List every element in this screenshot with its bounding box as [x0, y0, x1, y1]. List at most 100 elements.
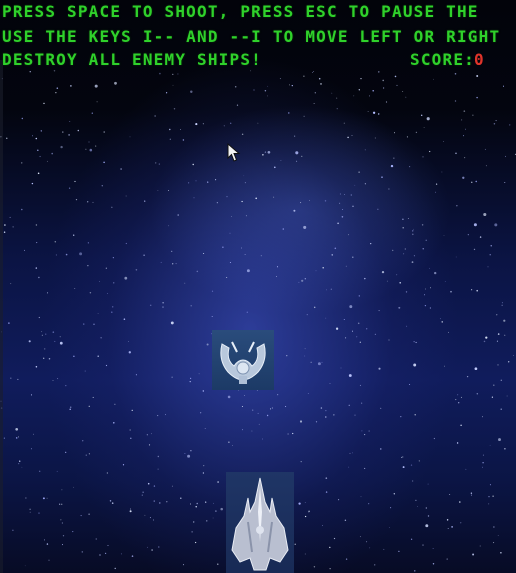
star: [217, 563, 219, 565]
star: [406, 325, 408, 327]
star: [454, 100, 457, 102]
star: [459, 501, 461, 503]
star: [333, 537, 336, 540]
star: [157, 190, 159, 191]
star: [37, 172, 40, 175]
star: [246, 311, 248, 313]
star: [158, 546, 160, 548]
star: [412, 233, 414, 236]
star: [462, 176, 465, 179]
star: [304, 278, 306, 280]
star: [216, 202, 218, 204]
star: [300, 460, 302, 463]
star: [368, 430, 370, 432]
star: [120, 553, 122, 555]
star: [61, 522, 63, 524]
star: [282, 228, 285, 230]
star: [198, 373, 200, 375]
star: [496, 314, 498, 316]
star: [411, 480, 414, 482]
star: [222, 246, 224, 248]
star: [396, 274, 398, 276]
star: [223, 125, 225, 127]
star: [504, 447, 506, 450]
star: [476, 96, 478, 99]
star: [491, 396, 494, 398]
star: [18, 463, 20, 465]
star: [385, 101, 388, 103]
score-label: SCORE:: [410, 50, 475, 69]
star: [352, 256, 354, 258]
star: [128, 341, 129, 342]
star: [38, 512, 40, 514]
star: [93, 323, 95, 325]
star: [124, 276, 128, 280]
star: [474, 367, 478, 371]
star: [370, 242, 372, 245]
star: [494, 223, 498, 227]
star: [12, 226, 14, 228]
star: [299, 420, 303, 423]
star: [101, 185, 103, 187]
star: [463, 135, 465, 137]
star: [266, 95, 268, 97]
star: [112, 257, 114, 259]
mouse-pointer-icon: [227, 142, 241, 167]
star: [409, 166, 411, 168]
star: [415, 341, 417, 344]
star: [398, 306, 401, 309]
star: [415, 131, 418, 134]
star: [97, 312, 99, 314]
star: [46, 497, 48, 499]
star: [275, 275, 278, 278]
star: [364, 183, 367, 185]
star: [44, 348, 46, 350]
star: [99, 554, 101, 556]
star: [344, 519, 347, 521]
star: [485, 336, 488, 339]
star: [153, 519, 154, 521]
star: [19, 460, 21, 462]
star: [427, 483, 429, 485]
star: [70, 85, 72, 87]
star: [269, 408, 272, 410]
star: [333, 414, 335, 416]
star: [348, 374, 352, 377]
star: [425, 239, 427, 241]
star: [413, 363, 417, 367]
star: [414, 570, 416, 572]
star: [242, 429, 244, 431]
star: [507, 361, 510, 363]
star: [10, 377, 12, 379]
star: [21, 162, 23, 164]
star: [8, 322, 10, 324]
star: [212, 517, 214, 519]
star: [159, 72, 161, 75]
star: [352, 452, 353, 454]
star: [246, 269, 250, 273]
star: [262, 154, 264, 156]
star: [343, 122, 345, 124]
star: [351, 330, 354, 332]
star: [472, 553, 475, 556]
star: [483, 212, 487, 217]
star: [226, 277, 228, 278]
star: [241, 133, 244, 136]
star: [398, 550, 400, 553]
star: [68, 187, 71, 189]
star: [484, 148, 486, 150]
star: [83, 323, 85, 325]
star: [451, 526, 453, 528]
star: [75, 198, 78, 201]
star: [432, 563, 435, 565]
star: [450, 290, 452, 293]
star: [69, 406, 72, 408]
star: [111, 206, 113, 208]
star: [157, 468, 159, 470]
star: [338, 499, 340, 501]
star: [348, 404, 350, 406]
game-canvas[interactable]: PRESS SPACE TO SHOOT, PRESS ESC TO PAUSE…: [0, 0, 516, 573]
star: [350, 194, 352, 196]
star: [500, 552, 502, 554]
star: [400, 416, 402, 418]
